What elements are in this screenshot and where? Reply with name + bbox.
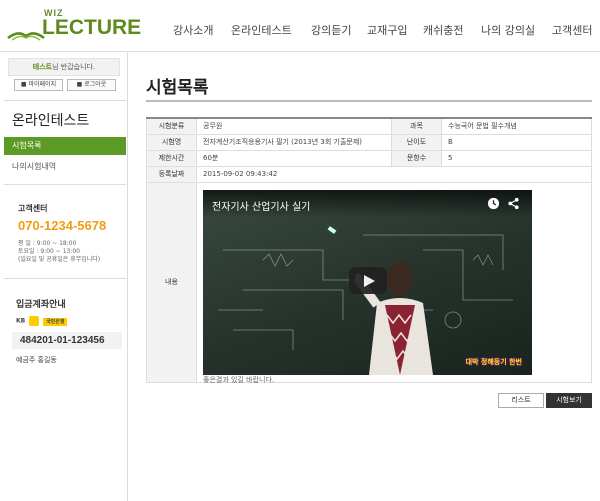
site-logo[interactable]: WIZ LECTURE <box>4 8 141 44</box>
divider <box>4 184 126 185</box>
category-label: 시험분류 <box>146 117 197 135</box>
sidebar-item-exam-list[interactable]: 시험목록 <box>4 137 126 155</box>
difficulty-value: B <box>441 133 592 151</box>
subject-label: 과목 <box>391 117 442 135</box>
support-note: (일요일 및 공휴일은 휴무입니다) <box>18 256 101 263</box>
nav-customer-center[interactable]: 고객센터 <box>552 22 592 38</box>
nav-my-classroom[interactable]: 나의 강의실 <box>481 22 535 38</box>
nav-lectures[interactable]: 강의듣기 <box>311 22 351 38</box>
sidebar-item-my-exams[interactable]: 나의시험내역 <box>12 161 56 172</box>
divider <box>4 100 126 101</box>
nav-cash-charge[interactable]: 캐쉬충전 <box>423 22 463 38</box>
list-button[interactable]: 리스트 <box>498 393 544 408</box>
exam-name-label: 시험명 <box>146 133 197 151</box>
subject-value: 수능국어 문법 필수개념 <box>441 117 592 135</box>
content-text: 좋은결과 있길 바랍니다. <box>203 376 275 384</box>
book-logo-icon <box>7 32 45 41</box>
support-title: 고객센터 <box>18 204 48 213</box>
video-caption-overlay: 대박 정해등기 한번 <box>465 358 522 366</box>
table-row: 제한시간 60분 문항수 5 <box>146 149 592 167</box>
bank-prefix: KB <box>16 317 26 325</box>
sidebar: 테스트님 반갑습니다. ■ 마이페이지 ■ 로그아웃 온라인테스트 시험목록 나… <box>0 52 128 501</box>
content-label: 내용 <box>146 181 197 383</box>
bank-name: 국민은행 <box>43 317 68 326</box>
title-divider <box>146 100 592 102</box>
main-nav: 강사소개 온라인테스트 강의듣기 교재구입 캐쉬충전 나의 강의실 고객센터 <box>170 22 600 38</box>
share-icon[interactable] <box>507 197 520 210</box>
sidebar-section-title: 온라인테스트 <box>12 113 90 129</box>
time-limit-label: 제한시간 <box>146 149 197 167</box>
date-label: 등록날짜 <box>146 165 197 183</box>
time-limit-value: 60분 <box>196 149 392 167</box>
welcome-box: 테스트님 반갑습니다. <box>8 58 120 76</box>
site-header: WIZ LECTURE 강사소개 온라인테스트 강의듣기 교재구입 캐쉬충전 나… <box>0 0 600 52</box>
watch-later-icon[interactable] <box>487 197 500 210</box>
logout-icon: ■ <box>76 81 83 88</box>
question-count-value: 5 <box>441 149 592 167</box>
bank-logo: KB 국민은행 <box>16 316 68 326</box>
user-icon: ■ <box>20 81 27 88</box>
question-count-label: 문항수 <box>391 149 442 167</box>
kb-star-icon <box>29 316 40 326</box>
play-button[interactable] <box>349 267 387 294</box>
welcome-text: 님 반갑습니다. <box>52 63 96 71</box>
nav-textbooks[interactable]: 교재구입 <box>367 22 407 38</box>
table-row: 등록날짜 2015-09-02 09:43:42 <box>146 165 592 183</box>
page-title: 시험목록 <box>146 78 209 98</box>
category-value: 공무원 <box>196 117 392 135</box>
divider <box>4 278 126 279</box>
video-player[interactable]: 전자기사 산업기사 실기 대박 정해등기 한번 <box>203 190 532 375</box>
video-title[interactable]: 전자기사 산업기사 실기 <box>212 198 310 213</box>
logo-lecture-text: LECTURE <box>42 16 142 39</box>
user-name: 테스트 <box>32 63 53 71</box>
difficulty-label: 난이도 <box>391 133 442 151</box>
account-number: 484201-01-123456 <box>12 332 122 349</box>
table-row: 시험분류 공무원 과목 수능국어 문법 필수개념 <box>146 117 592 135</box>
nav-instructors[interactable]: 강사소개 <box>173 22 213 38</box>
support-phone: 070-1234-5678 <box>18 218 107 233</box>
exam-name-value: 전자계산기조직응용기사 필기 (2013년 3회 기출문제) <box>196 133 392 151</box>
mypage-label: 마이페이지 <box>28 81 57 88</box>
mypage-button[interactable]: ■ 마이페이지 <box>14 79 63 91</box>
logout-button[interactable]: ■ 로그아웃 <box>67 79 116 91</box>
account-holder: 예금주 홍길동 <box>16 356 57 364</box>
date-value: 2015-09-02 09:43:42 <box>196 165 592 183</box>
nav-online-test[interactable]: 온라인테스트 <box>231 22 292 38</box>
bank-title: 입금계좌안내 <box>16 300 66 310</box>
start-exam-button[interactable]: 시험보기 <box>546 393 592 408</box>
table-row: 시험명 전자계산기조직응용기사 필기 (2013년 3회 기출문제) 난이도 B <box>146 133 592 151</box>
logout-label: 로그아웃 <box>84 81 107 88</box>
